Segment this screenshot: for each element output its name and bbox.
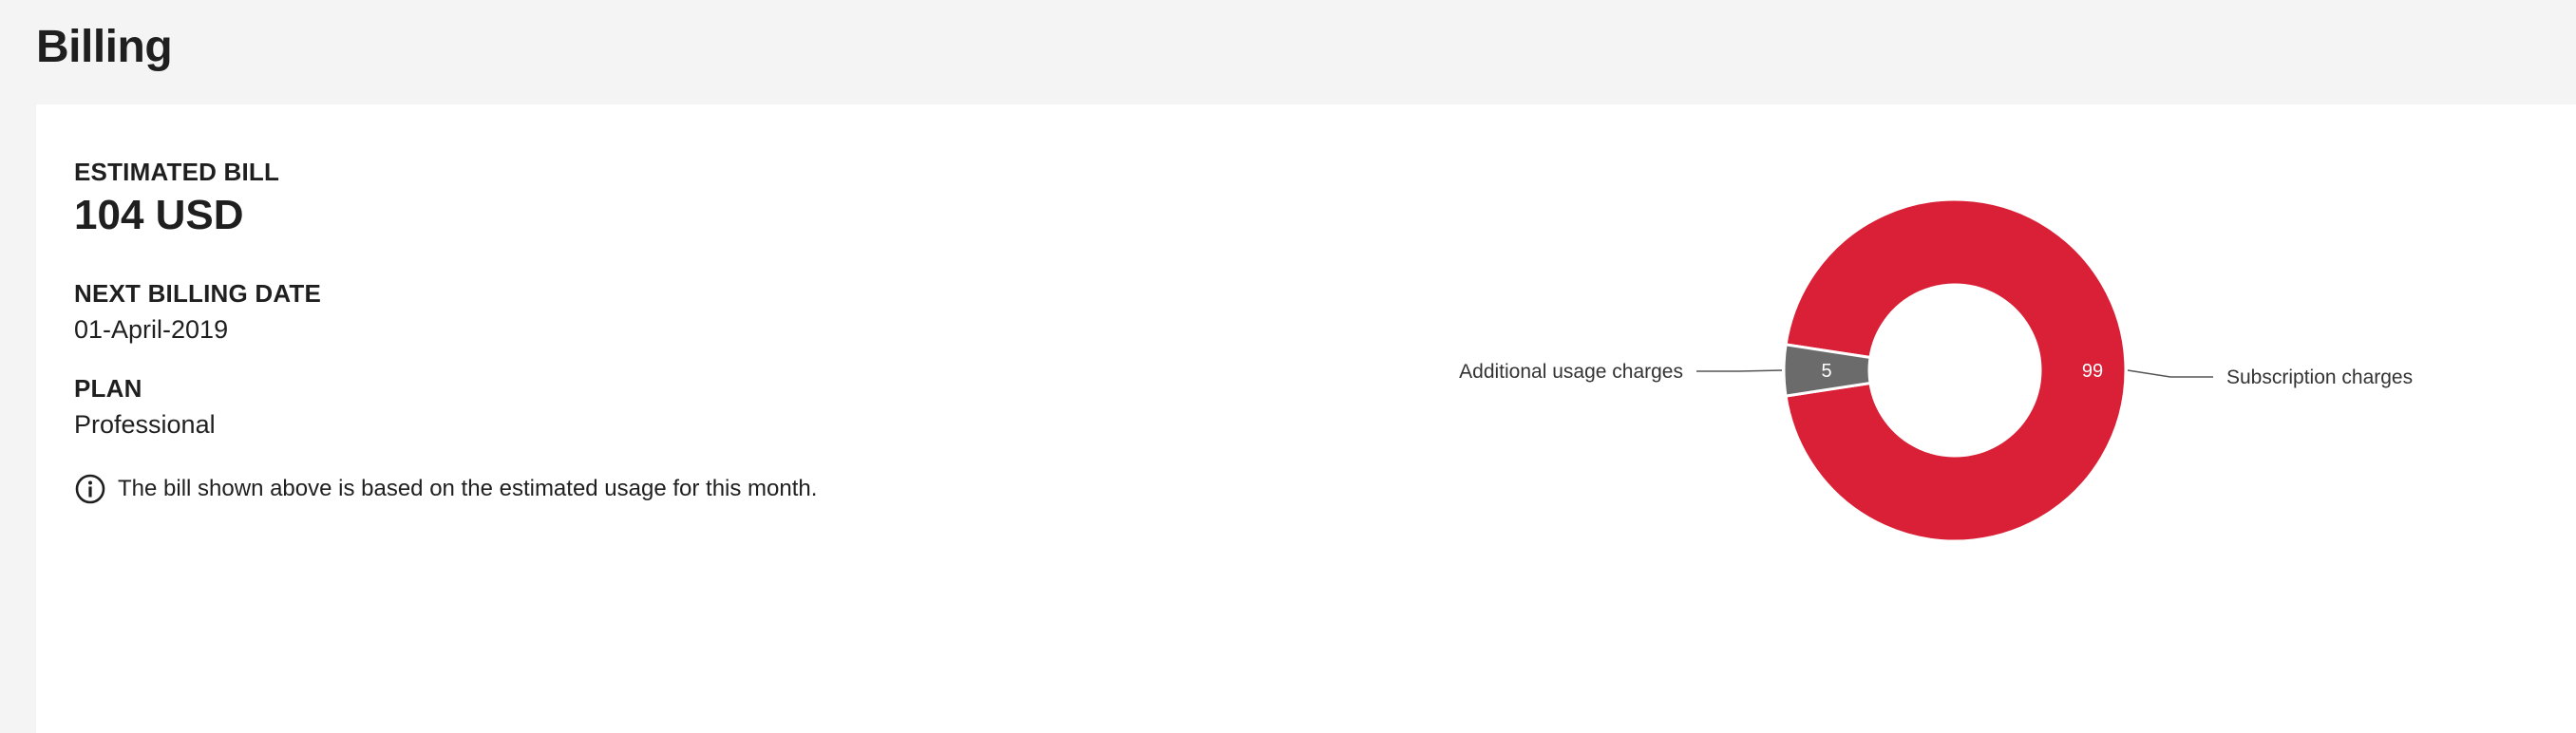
donut-chart-svg: 99 Subscription charges 5 Additional usage … — [1459, 197, 2413, 543]
plan-value: Professional — [74, 410, 216, 439]
estimated-bill-value: 104 USD — [74, 192, 244, 238]
info-icon — [74, 473, 106, 505]
billing-card: ESTIMATED BILL 104 USD NEXT BILLING DATE… — [36, 104, 2576, 733]
plan-label: PLAN — [74, 374, 142, 403]
slice-category-label: Subscription charges — [2226, 366, 2413, 388]
billing-note-text: The bill shown above is based on the est… — [118, 476, 818, 501]
charges-donut-chart: 99 Subscription charges 5 Additional usage … — [1442, 190, 2487, 570]
slice-value-label: 5 — [1821, 361, 1831, 382]
slice-category-label: Additional usage charges — [1459, 361, 1683, 383]
next-billing-date-value: 01-April-2019 — [74, 315, 229, 344]
next-billing-date-label: NEXT BILLING DATE — [74, 279, 322, 308]
page-title: Billing — [36, 22, 173, 72]
billing-note: The bill shown above is based on the est… — [74, 473, 817, 505]
leader-line — [1696, 369, 1783, 372]
leader-line — [2127, 369, 2213, 378]
slice-value-label: 99 — [2082, 361, 2103, 382]
estimated-bill-label: ESTIMATED BILL — [74, 158, 280, 186]
